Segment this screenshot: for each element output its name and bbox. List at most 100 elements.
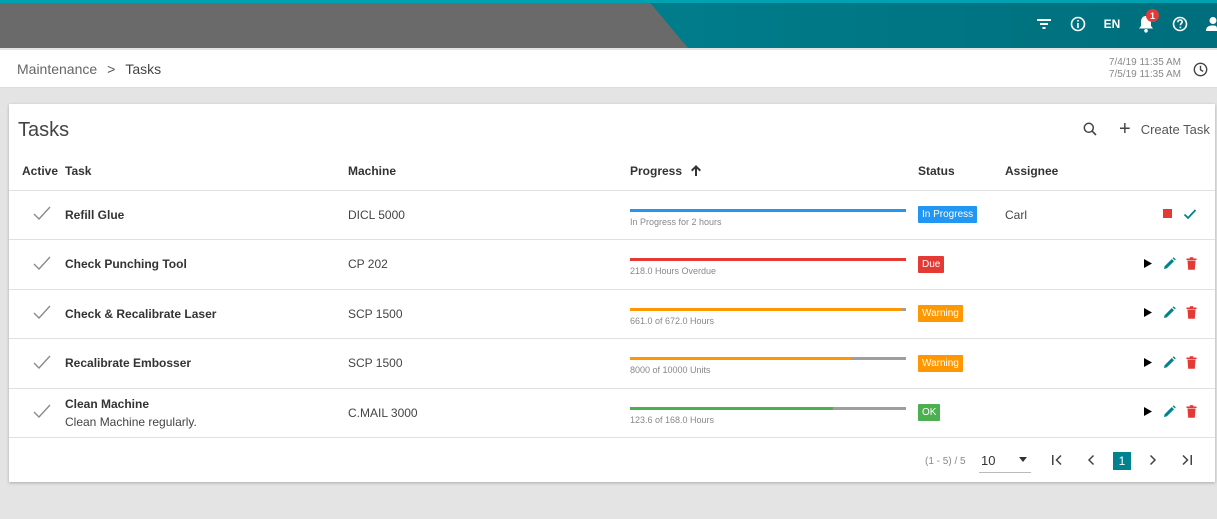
user-button[interactable]	[1197, 0, 1217, 48]
table-row[interactable]: Clean Machine Clean Machine regularly. C…	[9, 388, 1215, 438]
column-header-progress-label: Progress	[630, 164, 683, 179]
pagination: (1 - 5) / 5 10 1	[9, 441, 1215, 481]
help-button[interactable]	[1163, 0, 1197, 48]
checkmark-icon	[1183, 208, 1197, 220]
active-cell	[9, 239, 65, 290]
table-row[interactable]: Recalibrate Embosser SCP 1500 8000 of 10…	[9, 338, 1215, 389]
actions-cell	[1105, 190, 1215, 240]
status-badge: In Progress	[918, 206, 978, 224]
assignee-cell	[1005, 338, 1105, 389]
last-page-button[interactable]	[1181, 453, 1193, 470]
time-range[interactable]: 7/4/19 11:35 AM 7/5/19 11:35 AM	[1109, 57, 1181, 81]
time-range-from: 7/4/19 11:35 AM	[1108, 57, 1181, 68]
column-header-progress[interactable]: Progress	[630, 152, 918, 191]
progress-text: 218.0 Hours Overdue	[630, 266, 717, 277]
progress-text: 8000 of 10000 Units	[630, 365, 711, 376]
info-icon	[1070, 16, 1086, 32]
last-page-icon	[1182, 454, 1192, 466]
progress-text: 661.0 of 672.0 Hours	[630, 315, 715, 326]
start-button[interactable]	[1143, 357, 1153, 368]
progress-cell: 661.0 of 672.0 Hours	[630, 289, 918, 339]
edit-button[interactable]	[1163, 405, 1176, 418]
active-checkmark-icon	[33, 305, 51, 320]
trash-icon	[1186, 306, 1197, 320]
page-size-value: 10	[981, 453, 996, 468]
next-page-button[interactable]	[1148, 453, 1158, 470]
task-cell: Check Punching Tool	[65, 239, 348, 290]
task-name: Check & Recalibrate Laser	[65, 306, 217, 321]
actions-cell	[1105, 289, 1215, 339]
delete-button[interactable]	[1186, 405, 1197, 419]
clock-icon	[1193, 62, 1208, 77]
trash-icon	[1186, 405, 1197, 419]
assignee-cell: Carl	[1005, 190, 1105, 240]
machine-cell: SCP 1500	[348, 338, 630, 389]
play-icon	[1143, 406, 1153, 417]
info-button[interactable]	[1061, 0, 1095, 48]
progress-text: In Progress for 2 hours	[630, 216, 722, 227]
progress-bar-fill	[630, 406, 834, 410]
delete-button[interactable]	[1186, 355, 1197, 369]
progress-bar	[630, 406, 906, 410]
breadcrumb-separator: >	[107, 61, 116, 77]
first-page-button[interactable]	[1051, 453, 1063, 470]
complete-button[interactable]	[1183, 208, 1197, 220]
actions-cell	[1105, 239, 1215, 290]
start-button[interactable]	[1143, 258, 1153, 269]
status-cell: Warning	[918, 289, 1005, 339]
task-description: Clean Machine regularly.	[65, 414, 197, 429]
stop-icon	[1162, 208, 1173, 219]
page-size-select[interactable]: 10	[979, 449, 1031, 473]
table-row[interactable]: Check & Recalibrate Laser SCP 1500 661.0…	[9, 289, 1215, 339]
create-task-button[interactable]: + Create Task	[1119, 118, 1210, 140]
help-icon	[1172, 16, 1188, 32]
status-cell: OK	[918, 388, 1005, 438]
search-button[interactable]	[1079, 118, 1101, 140]
progress-bar-fill	[630, 208, 906, 212]
table-row[interactable]: Check Punching Tool CP 202 218.0 Hours O…	[9, 239, 1215, 290]
pencil-icon	[1163, 405, 1176, 418]
pencil-icon	[1163, 256, 1176, 270]
column-header-assignee[interactable]: Assignee	[1005, 152, 1105, 191]
edit-button[interactable]	[1163, 306, 1176, 319]
table-row[interactable]: Refill Glue DICL 5000 In Progress for 2 …	[9, 190, 1215, 240]
edit-button[interactable]	[1163, 256, 1176, 270]
row-actions	[1143, 256, 1197, 270]
first-page-icon	[1052, 454, 1062, 466]
app-header: EN 1	[0, 0, 1217, 48]
trash-icon	[1186, 256, 1197, 270]
task-name: Check Punching Tool	[65, 257, 187, 272]
stop-button[interactable]	[1162, 208, 1173, 219]
task-cell: Refill Glue	[65, 190, 348, 240]
status-badge: Warning	[918, 354, 963, 372]
column-header-machine[interactable]: Machine	[348, 152, 630, 191]
progress-bar-fill	[630, 307, 902, 311]
assignee-cell	[1005, 289, 1105, 339]
breadcrumb: Maintenance > Tasks	[17, 61, 161, 77]
progress-bar	[630, 258, 906, 262]
notifications-button[interactable]: 1	[1129, 0, 1163, 48]
status-badge: Warning	[918, 305, 963, 323]
column-header-status[interactable]: Status	[918, 152, 1005, 191]
edit-button[interactable]	[1163, 355, 1176, 369]
row-actions	[1162, 208, 1197, 220]
progress-cell: 8000 of 10000 Units	[630, 338, 918, 389]
time-range-button[interactable]	[1193, 62, 1208, 82]
active-cell	[9, 289, 65, 339]
column-header-active[interactable]: Active	[9, 152, 65, 191]
column-header-task[interactable]: Task	[65, 152, 348, 191]
filter-icon	[1037, 19, 1051, 29]
previous-page-button[interactable]	[1086, 453, 1096, 470]
page-button-current[interactable]: 1	[1113, 452, 1131, 470]
delete-button[interactable]	[1186, 306, 1197, 320]
delete-button[interactable]	[1186, 256, 1197, 270]
start-button[interactable]	[1143, 406, 1153, 417]
column-header-actions	[1105, 152, 1215, 191]
start-button[interactable]	[1143, 307, 1153, 318]
language-selector[interactable]: EN	[1095, 0, 1129, 48]
filter-button[interactable]	[1027, 0, 1061, 48]
progress-cell: In Progress for 2 hours	[630, 190, 918, 240]
sort-ascending-icon	[691, 163, 702, 178]
breadcrumb-link-maintenance[interactable]: Maintenance	[17, 61, 97, 77]
time-range-to: 7/5/19 11:35 AM	[1108, 69, 1181, 80]
